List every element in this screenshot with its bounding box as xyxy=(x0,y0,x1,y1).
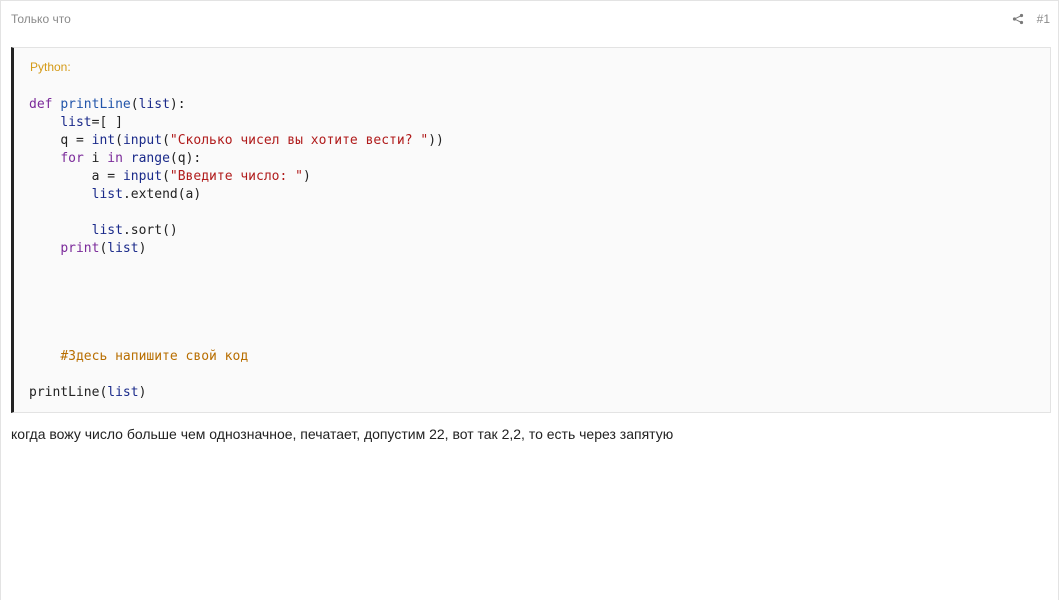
post-message-text: когда вожу число больше чем однозначное,… xyxy=(11,426,674,442)
code-line: list.sort() xyxy=(91,223,178,238)
code-block: Python: def printLine(list): list=[ ] q … xyxy=(11,47,1051,413)
code-line: for i in range(q): xyxy=(60,151,202,166)
post-timestamp: Только что xyxy=(11,12,71,26)
code-line: list.extend(a) xyxy=(91,187,202,202)
post-header: Только что #1 xyxy=(1,1,1058,37)
code-line: list=[ ] xyxy=(60,115,123,130)
code-line: q = int(input("Сколько чисел вы хотите в… xyxy=(60,133,444,148)
forum-post: Только что #1 Python: def printLine(list… xyxy=(0,0,1059,600)
code-line: printLine(list) xyxy=(29,385,147,400)
code-line: def printLine(list): xyxy=(29,97,186,112)
code-line: print(list) xyxy=(60,241,147,256)
code-content: def printLine(list): list=[ ] q = int(in… xyxy=(29,96,444,402)
share-icon[interactable] xyxy=(1012,12,1024,25)
code-line: #Здесь напишите свой код xyxy=(60,349,249,364)
post-permalink-number[interactable]: #1 xyxy=(1037,12,1050,26)
code-language-label: Python: xyxy=(30,60,71,74)
code-line: a = input("Введите число: ") xyxy=(91,169,311,184)
